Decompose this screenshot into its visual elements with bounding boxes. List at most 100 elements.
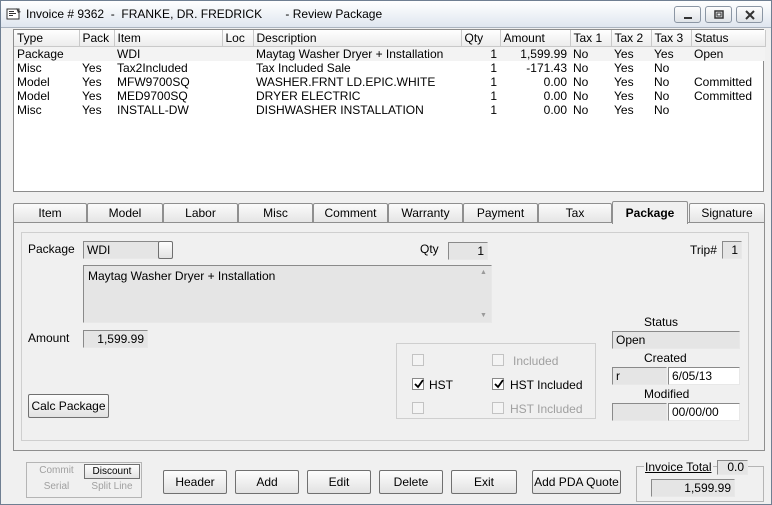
tab-model[interactable]: Model <box>87 203 163 223</box>
cell-status <box>691 103 765 117</box>
minimize-icon <box>684 17 692 19</box>
tab-warranty-label: Warranty <box>401 206 450 220</box>
tab-payment[interactable]: Payment <box>463 203 538 223</box>
cell-tax1: No <box>573 60 589 75</box>
cell-amount: 1,599.99 <box>500 46 570 61</box>
tab-package[interactable]: Package <box>612 201 688 224</box>
col-header-loc[interactable]: Loc <box>222 30 254 47</box>
package-code-field[interactable]: WDI <box>83 241 159 259</box>
hst-included-checkbox[interactable] <box>492 378 504 390</box>
cell-tax1: No <box>570 46 611 61</box>
cell-item: INSTALL-DW <box>117 102 189 117</box>
cell-tax3: No <box>654 102 670 117</box>
amount-label: Amount <box>28 331 70 345</box>
scroll-down-arrow-icon[interactable]: ▼ <box>480 312 487 319</box>
modified-user-field <box>612 403 667 421</box>
add-button[interactable]: Add <box>235 470 299 494</box>
package-description-text: Maytag Washer Dryer + Installation <box>88 269 276 283</box>
package-description-field[interactable]: Maytag Washer Dryer + Installation ▲ ▼ <box>83 265 492 323</box>
line-items-grid[interactable]: Type Pack Item Loc Description Qty Amoun… <box>13 29 766 192</box>
cell-status <box>691 61 765 75</box>
tab-misc[interactable]: Misc <box>238 203 313 223</box>
cell-status: Committed <box>694 88 753 103</box>
tab-package-label: Package <box>625 206 675 220</box>
table-row[interactable]: Model Yes MED9700SQ DRYER ELECTRIC 1 0.0… <box>14 89 765 103</box>
included-checkbox-1[interactable] <box>492 354 504 366</box>
col-header-status[interactable]: Status <box>691 30 766 47</box>
cell-tax2: Yes <box>614 60 634 75</box>
close-icon <box>745 10 755 20</box>
cell-type: Package <box>14 46 79 61</box>
tab-model-label: Model <box>108 206 142 220</box>
table-row[interactable]: Misc Yes INSTALL-DW DISHWASHER INSTALLAT… <box>14 103 765 117</box>
commit-button[interactable]: Commit <box>29 464 84 479</box>
calc-package-button[interactable]: Calc Package <box>28 394 109 418</box>
tab-signature-label: Signature <box>701 206 753 220</box>
edit-button[interactable]: Edit <box>307 470 371 494</box>
status-label: Status <box>644 315 679 329</box>
header-button[interactable]: Header <box>163 470 227 494</box>
tab-item[interactable]: Item <box>13 203 87 223</box>
tax-checkbox-3[interactable] <box>412 402 424 414</box>
col-header-pack[interactable]: Pack <box>79 30 115 47</box>
close-button[interactable] <box>736 6 763 23</box>
cell-pack: Yes <box>82 74 102 89</box>
delete-button[interactable]: Delete <box>379 470 443 494</box>
table-row[interactable]: Misc Yes Tax2Included Tax Included Sale … <box>14 61 765 75</box>
scroll-up-arrow-icon[interactable]: ▲ <box>480 269 487 276</box>
package-lookup-button[interactable] <box>158 241 173 259</box>
cell-qty: 1 <box>490 60 497 75</box>
cell-type: Misc <box>17 102 42 117</box>
status-field: Open <box>612 331 740 349</box>
included-checkbox-3[interactable] <box>492 402 504 414</box>
tab-labor[interactable]: Labor <box>163 203 238 223</box>
col-header-tax2[interactable]: Tax 2 <box>611 30 652 47</box>
discount-button[interactable]: Discount <box>84 464 140 479</box>
cell-item: MFW9700SQ <box>117 74 190 89</box>
description-scrollbar[interactable]: ▲ ▼ <box>477 266 491 322</box>
col-header-amount[interactable]: Amount <box>500 30 571 47</box>
col-header-qty[interactable]: Qty <box>461 30 501 47</box>
table-row[interactable]: Package WDI Maytag Washer Dryer + Instal… <box>14 46 765 61</box>
maximize-icon <box>714 10 724 19</box>
qty-field[interactable]: 1 <box>448 242 488 260</box>
cell-item: Tax2Included <box>117 60 188 75</box>
col-header-type[interactable]: Type <box>14 30 80 47</box>
maximize-button[interactable] <box>705 6 732 23</box>
tab-tax[interactable]: Tax <box>538 203 612 223</box>
invoice-app-icon <box>6 8 21 20</box>
invoice-window: Invoice # 9362 - FRANKE, DR. FREDRICK - … <box>0 0 772 505</box>
detail-tabs: Item Model Labor Misc Comment Warranty P… <box>13 201 765 224</box>
col-header-tax1[interactable]: Tax 1 <box>570 30 612 47</box>
tab-warranty[interactable]: Warranty <box>388 203 463 223</box>
cell-qty: 1 <box>490 88 497 103</box>
tab-signature[interactable]: Signature <box>689 203 765 223</box>
tab-misc-label: Misc <box>263 206 288 220</box>
cell-type: Model <box>17 88 50 103</box>
created-label: Created <box>644 351 687 365</box>
split-line-button[interactable]: Split Line <box>84 480 140 495</box>
amount-field[interactable]: 1,599.99 <box>83 330 148 348</box>
tax-checkbox-1[interactable] <box>412 354 424 366</box>
add-pda-quote-button[interactable]: Add PDA Quote <box>532 470 621 494</box>
col-header-description[interactable]: Description <box>253 30 462 47</box>
col-header-tax3[interactable]: Tax 3 <box>651 30 692 47</box>
cell-loc <box>222 103 253 117</box>
serial-button[interactable]: Serial <box>29 480 84 495</box>
cell-qty: 1 <box>490 74 497 89</box>
included-checkbox-3-label: HST Included <box>510 402 583 416</box>
cell-description: Tax Included Sale <box>256 60 351 75</box>
modified-date-field: 00/00/00 <box>668 403 740 421</box>
table-row[interactable]: Model Yes MFW9700SQ WASHER.FRNT LD.EPIC.… <box>14 75 765 89</box>
trip-field[interactable]: 1 <box>722 241 742 259</box>
exit-button[interactable]: Exit <box>451 470 517 494</box>
tab-comment[interactable]: Comment <box>313 203 388 223</box>
cell-loc <box>222 89 253 103</box>
cell-amount: 0.00 <box>543 74 567 89</box>
hst-checkbox[interactable] <box>412 378 424 390</box>
hst-included-checkbox-label: HST Included <box>510 378 583 392</box>
trip-label: Trip# <box>690 243 717 257</box>
col-header-item[interactable]: Item <box>114 30 223 47</box>
tab-tax-label: Tax <box>565 206 585 220</box>
minimize-button[interactable] <box>674 6 701 23</box>
